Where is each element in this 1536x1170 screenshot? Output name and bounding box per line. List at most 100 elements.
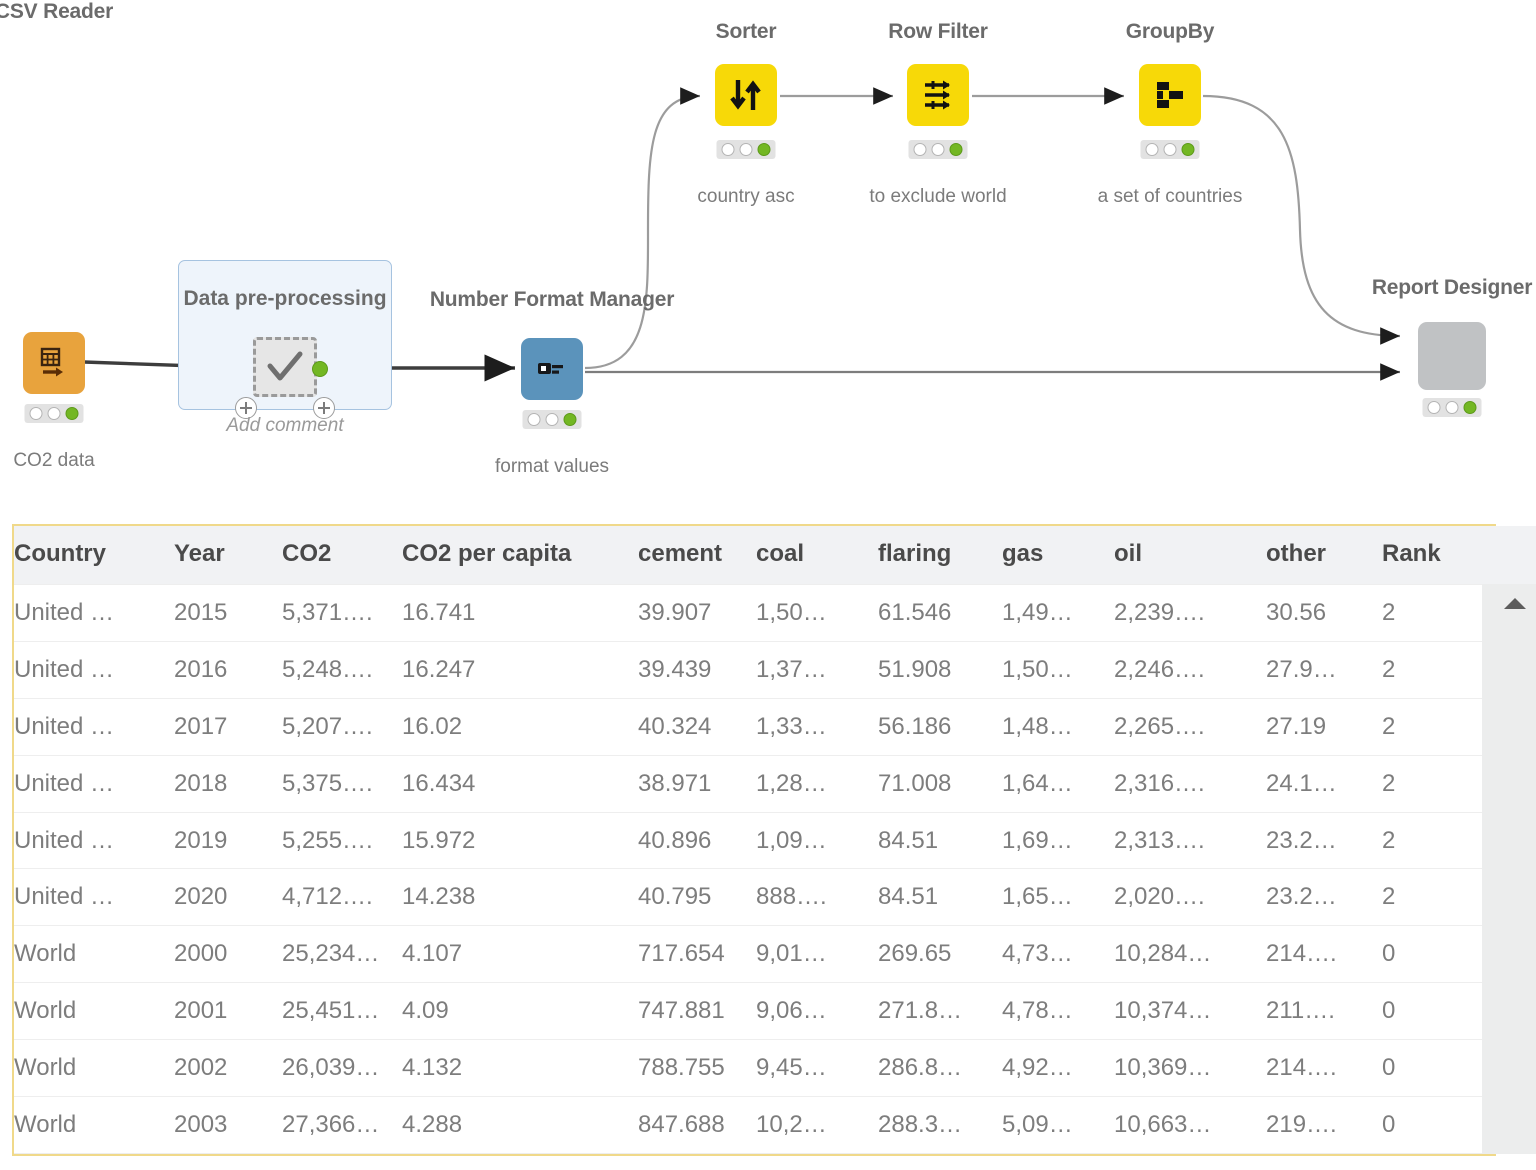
cell-cement: 747.881: [638, 982, 756, 1041]
column-header-coal[interactable]: coal: [756, 526, 878, 585]
cell-oil: 2,239….: [1114, 584, 1266, 642]
node-data-pre-processing[interactable]: Data pre-processing Add comment: [178, 260, 392, 436]
scroll-up-arrow-icon[interactable]: [1504, 598, 1526, 609]
metanode-icon[interactable]: [253, 337, 317, 397]
cell-cement: 847.688: [638, 1096, 756, 1154]
table-row[interactable]: United … 2018 5,375…. 16.434 38.971 1,28…: [14, 755, 1482, 813]
column-header-year[interactable]: Year: [174, 526, 282, 585]
node-status-leds: [1422, 398, 1482, 417]
column-header-country[interactable]: Country: [14, 526, 174, 585]
status-led-idle: [1163, 143, 1177, 156]
data-table-panel: Country Year CO2 CO2 per capita cement c…: [12, 524, 1536, 1156]
cell-coal: 1,28…: [756, 755, 878, 813]
node-subtitle: a set of countries: [1097, 186, 1243, 207]
status-led-idle: [1445, 401, 1459, 414]
cell-flaring: 286.8…: [878, 1039, 1002, 1098]
cell-year: 2000: [174, 925, 282, 984]
status-led-idle: [527, 413, 541, 426]
status-led-green: [757, 143, 771, 156]
cell-gas: 1,50…: [1002, 641, 1114, 699]
cell-flaring: 269.65: [878, 925, 1002, 984]
table-row[interactable]: World 2002 26,039… 4.132 788.755 9,45… 2…: [14, 1039, 1482, 1098]
table-row[interactable]: World 2003 27,366… 4.288 847.688 10,2… 2…: [14, 1096, 1482, 1154]
cell-co2: 5,207….: [282, 698, 402, 756]
column-header-co2[interactable]: CO2: [282, 526, 402, 585]
data-table: Country Year CO2 CO2 per capita cement c…: [14, 526, 1482, 1154]
cell-other: 27.19: [1266, 698, 1382, 756]
filter-rows-glyph: [925, 80, 950, 110]
column-header-oil[interactable]: oil: [1114, 526, 1266, 585]
add-comment-label[interactable]: Add comment: [179, 415, 391, 437]
data-table-scroll-area[interactable]: Country Year CO2 CO2 per capita cement c…: [14, 526, 1536, 1154]
node-subtitle: format values: [494, 456, 610, 477]
sorter-icon[interactable]: [715, 64, 777, 126]
column-header-flaring[interactable]: flaring: [878, 526, 1002, 585]
cell-cement: 39.907: [638, 584, 756, 642]
cell-country: United …: [14, 641, 174, 699]
node-status-leds: [1140, 140, 1200, 159]
cell-rank: 0: [1382, 982, 1482, 1041]
cell-country: World: [14, 1096, 174, 1154]
column-header-other[interactable]: other: [1266, 526, 1382, 585]
cell-gas: 1,64…: [1002, 755, 1114, 813]
table-row[interactable]: World 2000 25,234… 4.107 717.654 9,01… 2…: [14, 925, 1482, 984]
table-row[interactable]: United … 2019 5,255…. 15.972 40.896 1,09…: [14, 812, 1482, 870]
cell-year: 2018: [174, 755, 282, 813]
cell-coal: 10,2…: [756, 1096, 878, 1154]
table-row[interactable]: World 2001 25,451… 4.09 747.881 9,06… 27…: [14, 982, 1482, 1041]
cell-gas: 4,78…: [1002, 982, 1114, 1041]
cell-other: 214….: [1266, 925, 1382, 984]
cell-rank: 0: [1382, 1096, 1482, 1154]
cell-co2: 4,712….: [282, 868, 402, 927]
table-row[interactable]: United … 2016 5,248…. 16.247 39.439 1,37…: [14, 641, 1482, 699]
sort-arrows-glyph: [730, 80, 761, 110]
cell-oil: 10,369…: [1114, 1039, 1266, 1098]
cell-year: 2002: [174, 1039, 282, 1098]
cell-flaring: 84.51: [878, 868, 1002, 927]
cell-rank: 2: [1382, 868, 1482, 927]
table-row[interactable]: United … 2020 4,712…. 14.238 40.795 888……: [14, 868, 1482, 927]
column-header-gas[interactable]: gas: [1002, 526, 1114, 585]
cell-other: 211….: [1266, 982, 1382, 1041]
status-led-idle: [913, 143, 927, 156]
cell-country: United …: [14, 755, 174, 813]
cell-cement: 717.654: [638, 925, 756, 984]
row-filter-icon[interactable]: [907, 64, 969, 126]
table-row[interactable]: United … 2015 5,371…. 16.741 39.907 1,50…: [14, 584, 1482, 642]
cell-co2: 26,039…: [282, 1039, 402, 1098]
cell-co2: 5,371….: [282, 584, 402, 642]
cell-country: United …: [14, 812, 174, 870]
cell-cement: 40.795: [638, 868, 756, 927]
column-header-cement[interactable]: cement: [638, 526, 756, 585]
cell-co2: 25,451…: [282, 982, 402, 1041]
workflow-canvas[interactable]: CSV Reader CO2 data Data pre-processing: [0, 0, 1536, 510]
cell-oil: 10,284…: [1114, 925, 1266, 984]
node-title: Report Designer: [1371, 276, 1533, 299]
scrollbar-track[interactable]: [1482, 584, 1536, 1154]
group-glyph: [1157, 82, 1183, 108]
column-header-rank[interactable]: Rank: [1382, 526, 1482, 585]
cell-year: 2019: [174, 812, 282, 870]
cell-coal: 1,09…: [756, 812, 878, 870]
cell-coal: 1,50…: [756, 584, 878, 642]
csv-reader-glyph: [40, 347, 63, 377]
node-title: Row Filter: [888, 20, 988, 43]
column-header-co2-per-capita[interactable]: CO2 per capita: [402, 526, 638, 585]
cell-flaring: 84.51: [878, 812, 1002, 870]
cell-co2-per-capita: 4.132: [402, 1039, 638, 1098]
csv-reader-icon[interactable]: [23, 332, 85, 394]
number-format-manager-icon[interactable]: [521, 338, 583, 400]
cell-year: 2001: [174, 982, 282, 1041]
vertical-scrollbar[interactable]: [1482, 526, 1536, 1154]
groupby-icon[interactable]: [1139, 64, 1201, 126]
report-designer-icon[interactable]: [1418, 322, 1486, 390]
cell-coal: 1,33…: [756, 698, 878, 756]
table-row[interactable]: United … 2017 5,207…. 16.02 40.324 1,33……: [14, 698, 1482, 756]
cell-co2-per-capita: 4.288: [402, 1096, 638, 1154]
metanode-output-port[interactable]: [312, 361, 328, 377]
cell-co2-per-capita: 16.02: [402, 698, 638, 756]
cell-country: World: [14, 982, 174, 1041]
cell-oil: 10,374…: [1114, 982, 1266, 1041]
cell-other: 24.1…: [1266, 755, 1382, 813]
cell-oil: 2,313….: [1114, 812, 1266, 870]
